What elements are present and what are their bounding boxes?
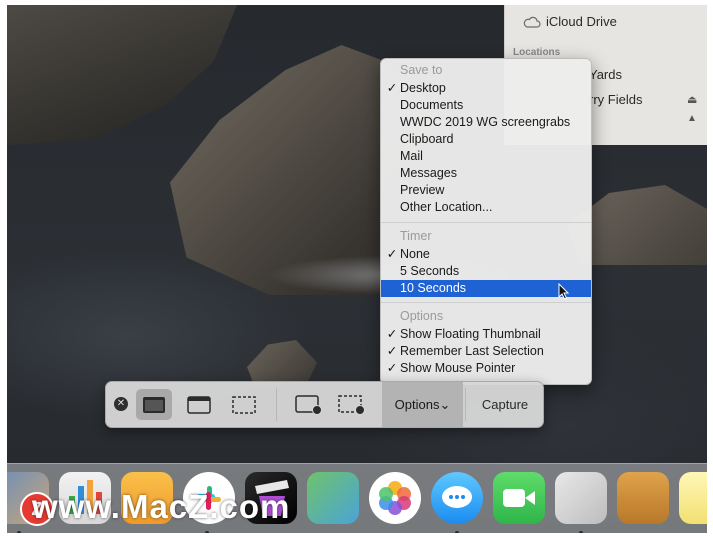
toolbar-divider (276, 388, 277, 421)
sidebar-item-icloud-drive[interactable]: iCloud Drive (523, 14, 617, 29)
video-camera-icon (503, 489, 535, 507)
checkmark-icon: ✓ (386, 247, 398, 261)
menu-item-label: WWDC 2019 WG screengrabs (400, 115, 571, 129)
record-selection-icon (338, 394, 365, 415)
record-entire-screen-button[interactable] (291, 389, 327, 420)
eject-icon[interactable]: ▲ (687, 113, 697, 124)
maps-icon[interactable] (307, 472, 359, 524)
options-button[interactable]: Options⌄ (382, 382, 463, 427)
menu-item-label: Clipboard (400, 132, 454, 146)
eject-icon[interactable]: ⏏ (687, 93, 697, 106)
checkmark-icon: ✓ (386, 361, 398, 375)
cloud-icon (523, 16, 541, 28)
sidebar-item-label: iCloud Drive (546, 14, 617, 29)
menu-item-messages[interactable]: Messages (400, 165, 591, 182)
menu-item-label: None (400, 247, 430, 261)
menu-item-mail[interactable]: Mail (400, 148, 591, 165)
menu-item-documents[interactable]: Documents (400, 97, 591, 114)
menu-header-save-to: Save to (400, 63, 443, 77)
menu-item-label: Show Mouse Pointer (400, 361, 516, 375)
menu-item-label: Show Floating Thumbnail (400, 327, 541, 341)
options-label: Options (394, 397, 440, 412)
menu-item-timer-5-seconds[interactable]: 5 Seconds (400, 263, 591, 280)
menu-header-timer: Timer (400, 229, 432, 243)
sidebar-section-locations: Locations (513, 47, 561, 58)
menu-item-other-location[interactable]: Other Location... (400, 199, 591, 216)
menu-item-label: Messages (400, 166, 457, 180)
menu-item-label: Desktop (400, 81, 446, 95)
capture-selected-window-button[interactable] (181, 389, 217, 420)
pixelmator-icon[interactable] (555, 472, 607, 524)
menu-item-label: Remember Last Selection (400, 344, 544, 358)
close-icon[interactable]: ✕ (114, 397, 128, 411)
menu-separator (381, 222, 591, 223)
photos-flower-icon (379, 481, 411, 515)
script-editor-icon[interactable] (617, 472, 669, 524)
menu-item-clipboard[interactable]: Clipboard (400, 131, 591, 148)
messages-icon[interactable] (431, 472, 483, 524)
menu-item-remember-last-selection[interactable]: ✓ Remember Last Selection (387, 343, 591, 360)
watermark-text: www.MacZ.com (32, 488, 291, 525)
desktop-frame: iCloud Drive Locations Yards rry Fields … (7, 5, 707, 533)
menu-item-show-mouse-pointer[interactable]: ✓ Show Mouse Pointer (387, 360, 591, 377)
checkmark-icon: ✓ (386, 327, 398, 341)
running-indicator (17, 531, 21, 533)
running-indicator (455, 531, 459, 533)
notes-icon[interactable] (679, 472, 707, 524)
screenshot-options-menu: Save to ✓ Desktop Documents WWDC 2019 WG… (380, 58, 592, 385)
dashed-selection-icon (232, 395, 256, 414)
sidebar-item-location[interactable]: rry Fields (589, 92, 642, 107)
menu-item-wwdc-folder[interactable]: WWDC 2019 WG screengrabs (400, 114, 591, 131)
menu-item-label: Documents (400, 98, 464, 112)
menu-item-label: 10 Seconds (400, 281, 467, 295)
screenshot-toolbar: ✕ Options⌄ Capture (105, 381, 544, 428)
speech-bubble-icon (442, 486, 472, 508)
record-screen-icon (295, 394, 322, 415)
menu-item-label: Other Location... (400, 200, 493, 214)
record-selected-portion-button[interactable] (334, 389, 370, 420)
menu-item-label: Mail (400, 149, 423, 163)
menu-item-label: Preview (400, 183, 445, 197)
toolbar-divider (465, 388, 466, 421)
menu-item-label: 5 Seconds (400, 264, 460, 278)
capture-entire-screen-button[interactable] (136, 389, 172, 420)
menu-item-timer-none[interactable]: ✓ None (387, 246, 591, 263)
capture-button[interactable]: Capture (467, 382, 543, 427)
mouse-pointer-icon (558, 283, 569, 300)
running-indicator (205, 531, 209, 533)
facetime-icon[interactable] (493, 472, 545, 524)
capture-selected-portion-button[interactable] (226, 389, 262, 420)
chevron-down-icon: ⌄ (439, 397, 451, 412)
menu-separator (381, 302, 591, 303)
menu-item-desktop[interactable]: ✓ Desktop (387, 80, 591, 97)
menu-item-preview[interactable]: Preview (400, 182, 591, 199)
checkmark-icon: ✓ (386, 81, 398, 95)
window-icon (187, 395, 211, 414)
menu-header-options: Options (400, 309, 444, 323)
checkmark-icon: ✓ (386, 344, 398, 358)
photos-icon[interactable] (369, 472, 421, 524)
menu-item-show-floating-thumbnail[interactable]: ✓ Show Floating Thumbnail (387, 326, 591, 343)
sidebar-item-location[interactable]: Yards (589, 67, 622, 82)
entire-screen-icon (143, 396, 165, 413)
running-indicator (579, 531, 583, 533)
